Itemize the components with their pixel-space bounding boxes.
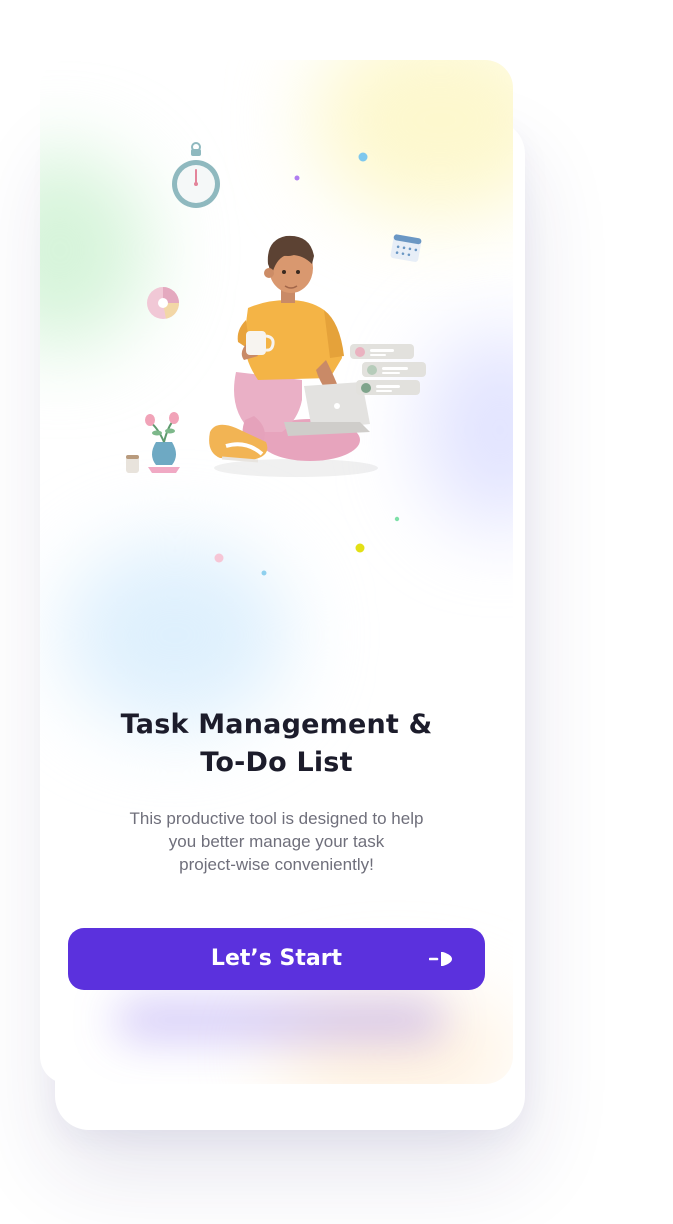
button-shadow xyxy=(115,1000,445,1040)
title-line: Task Management & xyxy=(120,709,433,740)
task-list-cards-icon xyxy=(350,344,426,395)
onboarding-card: Task Management & To-Do List This produc… xyxy=(40,60,513,1084)
title-line: To-Do List xyxy=(200,747,353,778)
description-line: project-wise conveniently! xyxy=(179,855,374,874)
screen: Task Management & To-Do List This produc… xyxy=(0,0,673,1224)
confetti-dot xyxy=(355,543,365,553)
floor-shadow xyxy=(214,459,378,477)
calendar-icon xyxy=(390,234,422,262)
confetti-dot xyxy=(394,516,400,522)
lets-start-button[interactable]: Let’s Start xyxy=(68,928,485,990)
onboarding-title: Task Management & To-Do List xyxy=(40,706,513,782)
confetti-dot xyxy=(358,152,368,162)
onboarding-description: This productive tool is designed to help… xyxy=(90,807,463,876)
person-working-on-laptop-illustration xyxy=(126,142,426,576)
confetti-dot xyxy=(294,175,300,181)
confetti-dot xyxy=(214,553,224,563)
stopwatch-icon xyxy=(172,142,220,208)
plant-vase-icon xyxy=(126,412,180,473)
description-line: you better manage your task xyxy=(168,832,385,851)
lets-start-label: Let’s Start xyxy=(210,946,343,971)
description-line: This productive tool is designed to help xyxy=(129,809,424,828)
confetti-dot xyxy=(261,570,267,576)
pie-chart-icon xyxy=(147,287,179,319)
arrow-right-icon xyxy=(429,952,452,966)
